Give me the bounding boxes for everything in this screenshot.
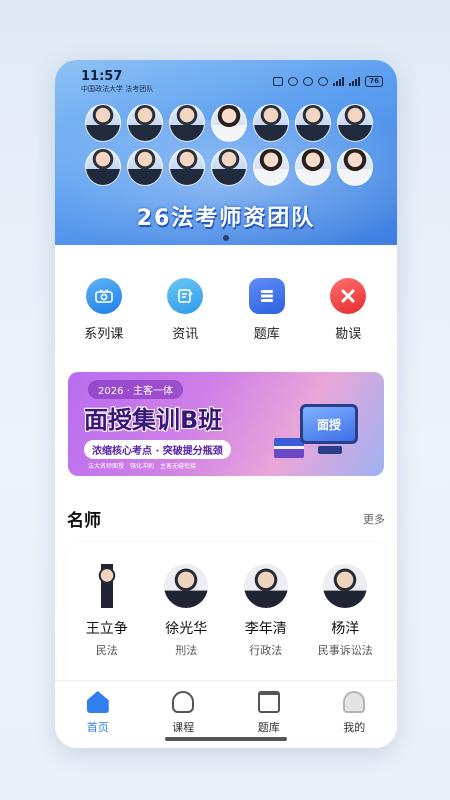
teacher-list: 王立争 民法 徐光华 刑法 李年清 行政法 杨洋 民事诉讼法: [67, 564, 385, 658]
promo-features: 法大名师面授 强化冲刺 主客无缝衔接: [88, 461, 196, 470]
status-bar: 11:57 中国政法大学 法考团队 76: [55, 60, 397, 96]
teacher-subject: 刑法: [175, 644, 198, 657]
quick-nav-errata[interactable]: 勘误: [313, 278, 383, 342]
books-illustration: [274, 438, 304, 458]
quick-nav-news[interactable]: 资讯: [150, 278, 220, 342]
banner-teacher-photo: [253, 104, 289, 142]
teacher-avatar: [323, 564, 368, 608]
section-title: 名师: [67, 511, 101, 531]
quick-nav-question-bank[interactable]: 题库: [232, 278, 302, 342]
teacher-avatar: [84, 564, 129, 608]
status-time: 11:57: [81, 69, 123, 84]
banner-teacher-photo: [211, 104, 247, 142]
question-bank-icon: [257, 691, 280, 713]
promo-feature: 强化冲刺: [130, 463, 155, 470]
banner-teacher-photo: [337, 148, 373, 186]
promo-subtitle: 浓缩核心考点 · 突破提分瓶颈: [84, 440, 231, 459]
tab-label: 课程: [172, 721, 195, 734]
quick-nav-label: 勘误: [335, 327, 362, 342]
teacher-name: 王立争: [85, 621, 128, 637]
banner-teacher-photo: [127, 148, 163, 186]
wifi-icon: [318, 77, 329, 86]
tab-home[interactable]: 首页: [63, 691, 133, 748]
promo-feature: 法大名师面授: [88, 463, 125, 470]
teacher-item[interactable]: 王立争 民法: [71, 564, 143, 658]
quick-nav-series[interactable]: 系列课: [69, 278, 139, 342]
teacher-avatar: [243, 564, 288, 608]
promo-title: 面授集训B班: [84, 406, 223, 434]
app-screen: 11:57 中国政法大学 法考团队 76 26法考师资团队 系列课 资讯 题库 …: [55, 60, 397, 748]
profile-icon: [343, 691, 366, 713]
monitor-stand: [318, 446, 342, 454]
teacher-subject: 民事诉讼法: [317, 644, 373, 657]
quick-nav: 系列课 资讯 题库 勘误: [55, 278, 397, 342]
quick-nav-label: 系列课: [84, 327, 124, 342]
signal-icon: [333, 77, 345, 86]
alarm-icon: [288, 77, 299, 86]
banner-teacher-photo: [211, 148, 247, 186]
book-stack-icon: [248, 278, 285, 314]
teacher-item[interactable]: 杨洋 民事诉讼法: [309, 564, 381, 658]
banner-teacher-photo: [295, 104, 331, 142]
signal-icon-2: [349, 77, 361, 86]
teacher-subject: 民法: [95, 644, 118, 657]
nfc-icon: [273, 77, 284, 86]
carousel-indicator: [223, 235, 229, 241]
home-icon: [86, 691, 109, 713]
teacher-team-banner[interactable]: 11:57 中国政法大学 法考团队 76 26法考师资团队: [55, 60, 397, 245]
quick-nav-label: 题库: [253, 327, 280, 342]
promo-feature: 主客无缝衔接: [160, 463, 197, 470]
teacher-name: 杨洋: [331, 621, 360, 637]
notepad-pencil-icon: [167, 278, 204, 314]
status-icons: 76: [273, 76, 383, 87]
banner-teacher-photo: [169, 148, 205, 186]
tab-mine[interactable]: 我的: [319, 691, 389, 748]
promo-tag: 2026 · 主客一体: [88, 380, 183, 399]
status-left: 11:57 中国政法大学 法考团队: [81, 70, 153, 94]
close-x-icon: [330, 278, 367, 314]
teacher-item[interactable]: 李年清 行政法: [230, 564, 302, 658]
banner-teacher-photo: [85, 104, 121, 142]
course-icon: [172, 691, 195, 713]
banner-teacher-photo: [337, 104, 373, 142]
banner-teacher-photo: [169, 104, 205, 142]
monitor-illustration: 面授: [300, 404, 358, 444]
promo-banner[interactable]: 2026 · 主客一体 面授集训B班 浓缩核心考点 · 突破提分瓶颈 法大名师面…: [68, 372, 384, 476]
quick-nav-label: 资讯: [172, 327, 199, 342]
banner-teacher-photos: [85, 104, 375, 186]
teacher-name: 李年清: [244, 621, 287, 637]
banner-title: 26法考师资团队: [136, 206, 316, 231]
teacher-avatar: [164, 564, 209, 608]
teacher-name: 徐光华: [165, 621, 208, 637]
more-link[interactable]: 更多: [363, 511, 385, 527]
teachers-section-header: 名师 更多: [67, 506, 385, 531]
banner-teacher-photo: [127, 104, 163, 142]
battery-icon: 76: [365, 76, 383, 87]
banner-teacher-photo: [295, 148, 331, 186]
video-camera-icon: [85, 278, 122, 314]
tab-label: 我的: [343, 721, 366, 734]
banner-teacher-photo: [253, 148, 289, 186]
tab-label: 首页: [86, 721, 109, 734]
bluetooth-icon: [303, 77, 314, 86]
school-logo-text: 中国政法大学 法考团队: [81, 85, 154, 93]
teacher-subject: 行政法: [249, 644, 283, 657]
tab-label: 题库: [257, 721, 280, 734]
banner-teacher-photo: [85, 148, 121, 186]
home-indicator: [165, 737, 287, 741]
teacher-item[interactable]: 徐光华 刑法: [150, 564, 222, 658]
teachers-card: 王立争 民法 徐光华 刑法 李年清 行政法 杨洋 民事诉讼法: [67, 542, 385, 692]
